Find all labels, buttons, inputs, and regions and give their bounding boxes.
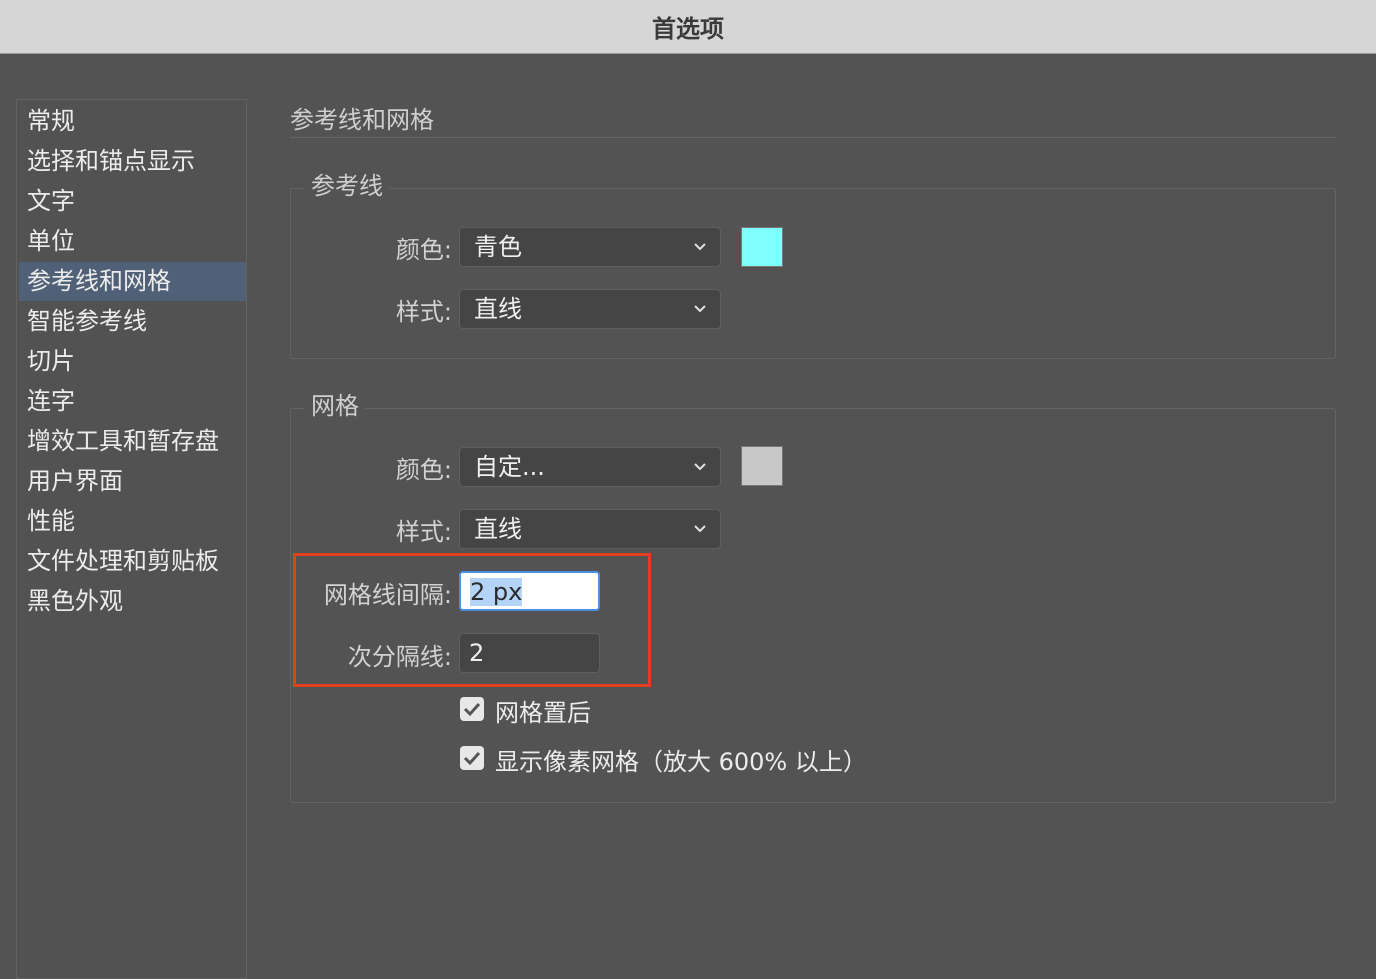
grid-style-value: 直线: [474, 515, 522, 543]
chevron-down-icon: [694, 525, 706, 533]
guides-color-dropdown[interactable]: 青色: [459, 227, 721, 267]
chevron-down-icon: [694, 463, 706, 471]
grids-in-back-label[interactable]: 网格置后: [495, 693, 591, 728]
annotation-highlight-box: [293, 553, 651, 687]
pixel-grid-label[interactable]: 显示像素网格（放大 600% 以上）: [495, 742, 867, 777]
guides-style-dropdown[interactable]: 直线: [459, 289, 721, 329]
guides-style-value: 直线: [474, 295, 522, 323]
sidebar-item-file-clipboard[interactable]: 文件处理和剪贴板: [19, 542, 246, 581]
grid-style-label: 样式:: [395, 518, 452, 546]
guides-legend: 参考线: [305, 168, 389, 204]
sidebar-item-performance[interactable]: 性能: [19, 502, 246, 541]
sidebar-item-smart-guides[interactable]: 智能参考线: [19, 302, 246, 341]
grid-legend: 网格: [305, 388, 365, 424]
section-divider: [290, 137, 1336, 138]
sidebar-item-hyphenation[interactable]: 连字: [19, 382, 246, 421]
sidebar-item-guides-grid[interactable]: 参考线和网格: [19, 262, 246, 301]
guides-style-label: 样式:: [395, 298, 452, 326]
sidebar-item-general[interactable]: 常规: [19, 102, 246, 141]
grid-style-dropdown[interactable]: 直线: [459, 509, 721, 549]
grid-color-dropdown[interactable]: 自定...: [459, 447, 721, 487]
grid-color-label: 颜色:: [395, 456, 452, 484]
window-title-bar: 首选项: [0, 0, 1376, 54]
window-title: 首选项: [652, 15, 724, 43]
guides-color-value: 青色: [474, 233, 522, 261]
chevron-down-icon: [694, 305, 706, 313]
checkmark-icon: [463, 751, 481, 766]
sidebar-item-units[interactable]: 单位: [19, 222, 246, 261]
pixel-grid-checkbox[interactable]: [460, 746, 484, 770]
sidebar-item-black-appearance[interactable]: 黑色外观: [19, 582, 246, 621]
guides-group: 参考线: [290, 168, 1336, 359]
chevron-down-icon: [694, 243, 706, 251]
preferences-sidebar: 常规 选择和锚点显示 文字 单位 参考线和网格 智能参考线 切片 连字 增效工具…: [16, 99, 247, 979]
sidebar-item-user-interface[interactable]: 用户界面: [19, 462, 246, 501]
sidebar-item-type[interactable]: 文字: [19, 182, 246, 221]
checkmark-icon: [463, 702, 481, 717]
guides-color-label: 颜色:: [395, 236, 452, 264]
sidebar-item-slices[interactable]: 切片: [19, 342, 246, 381]
grid-color-swatch[interactable]: [741, 446, 783, 486]
guides-color-swatch[interactable]: [741, 227, 783, 267]
sidebar-item-plugins-scratch[interactable]: 增效工具和暂存盘: [19, 422, 246, 461]
section-title: 参考线和网格: [290, 106, 434, 134]
grid-color-value: 自定...: [474, 453, 545, 481]
grids-in-back-checkbox[interactable]: [460, 697, 484, 721]
sidebar-item-selection-anchor[interactable]: 选择和锚点显示: [19, 142, 246, 181]
